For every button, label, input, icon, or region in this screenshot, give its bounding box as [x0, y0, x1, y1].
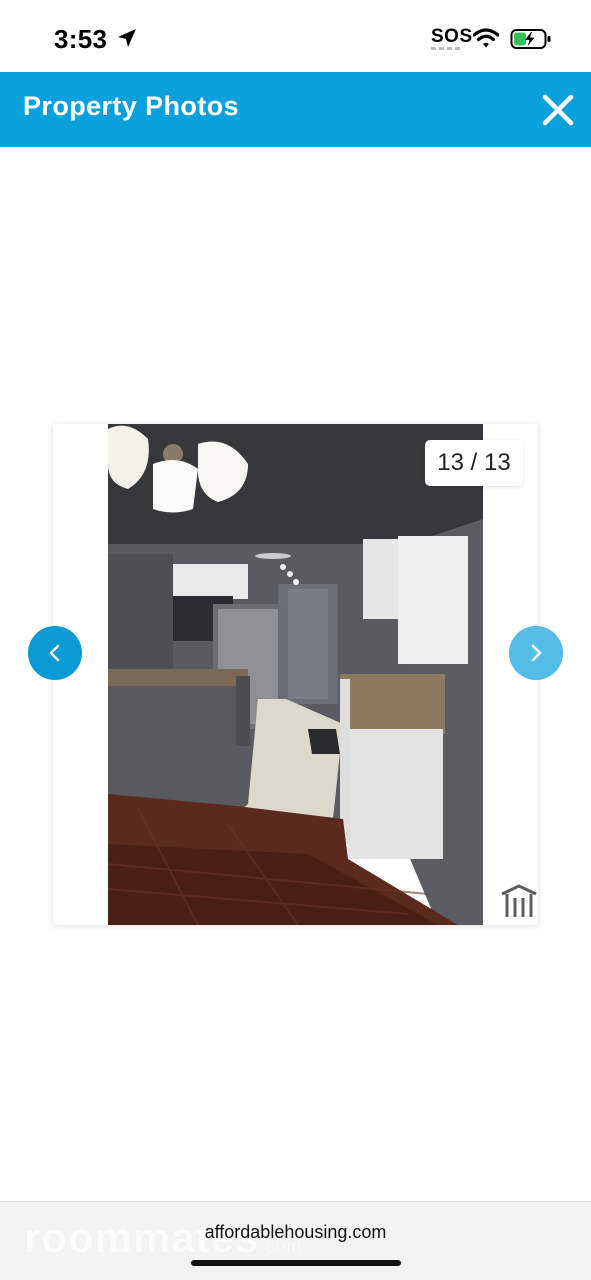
browser-address-bar: roommates.com affordablehousing.com — [0, 1201, 591, 1280]
signal-dots — [431, 47, 463, 50]
home-indicator[interactable] — [191, 1260, 401, 1266]
kitchen-photo-image — [108, 424, 483, 925]
house-outline-icon — [501, 884, 537, 917]
chevron-right-icon — [531, 644, 542, 662]
location-arrow-icon — [118, 29, 136, 47]
property-photo[interactable] — [108, 424, 483, 925]
photo-carousel: 13 / 13 — [53, 424, 538, 925]
page-title: Property Photos — [23, 91, 240, 121]
battery-charging-icon — [510, 29, 551, 49]
close-button[interactable] — [538, 90, 578, 130]
close-icon — [542, 94, 574, 126]
url-domain[interactable]: affordablehousing.com — [0, 1222, 591, 1243]
sos-indicator: SOS — [431, 26, 473, 47]
status-time: 3:53 — [54, 24, 108, 54]
photo-counter: 13 / 13 — [425, 440, 523, 486]
chevron-left-icon — [49, 644, 60, 662]
wifi-icon — [473, 28, 499, 48]
app-header: Property Photos — [0, 72, 591, 147]
status-bar: 3:53 SOS — [0, 0, 591, 72]
next-photo-button[interactable] — [509, 626, 563, 680]
prev-photo-button[interactable] — [28, 626, 82, 680]
